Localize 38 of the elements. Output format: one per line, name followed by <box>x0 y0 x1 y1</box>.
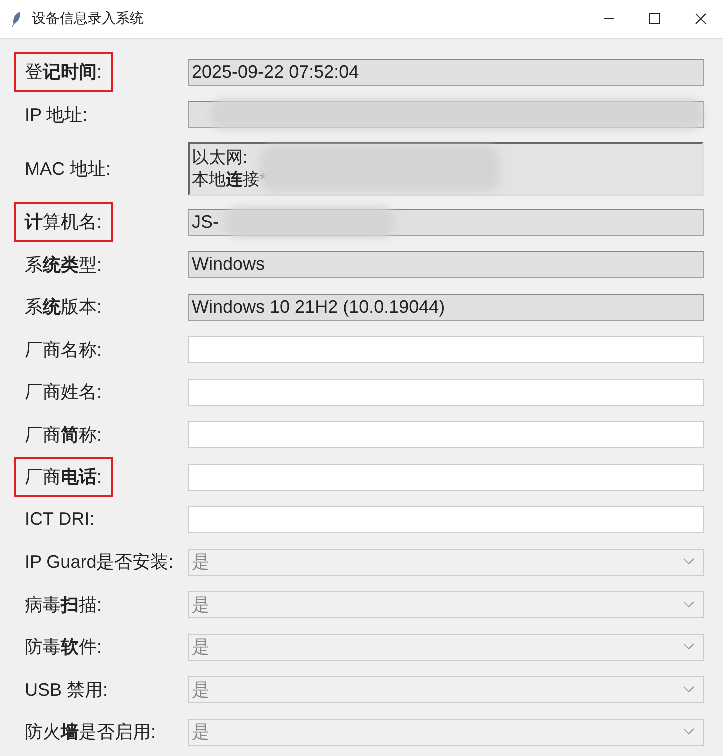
field-label: 厂商电话: <box>14 457 114 498</box>
input-field[interactable]: 2025-09-22 07:52:04 <box>188 58 704 86</box>
field-label: 厂商姓名: <box>24 381 104 404</box>
chevron-down-icon <box>683 643 695 652</box>
chevron-down-icon <box>683 558 695 566</box>
field-label: 防毒软件: <box>24 636 104 660</box>
text-line: 以太网: <box>192 146 248 168</box>
maximize-icon[interactable] <box>649 13 661 25</box>
input-field[interactable]: Windows <box>188 251 704 278</box>
input-field[interactable] <box>188 378 704 406</box>
chevron-down-icon <box>683 728 695 736</box>
field-label: 系统类型: <box>24 254 104 277</box>
text-line: 本地连接* <box>192 168 267 190</box>
field-label: USB 禁用: <box>24 678 110 702</box>
field-label: 厂商简称: <box>24 424 104 447</box>
field-label: IP Guard是否安装: <box>24 551 175 574</box>
input-field[interactable]: Windows 10 21H2 (10.0.19044) <box>188 294 704 321</box>
input-field[interactable] <box>188 336 704 364</box>
input-field[interactable] <box>188 421 704 448</box>
field-label: ICT DRI: <box>24 508 96 532</box>
field-label: 厂商名称: <box>24 338 104 362</box>
field-label: 计算机名: <box>14 202 114 242</box>
input-field[interactable] <box>188 464 704 491</box>
close-icon[interactable] <box>695 13 707 25</box>
chevron-down-icon <box>683 686 695 694</box>
field-label: 登记时间: <box>14 52 114 92</box>
input-field[interactable] <box>188 101 704 128</box>
text-area[interactable]: 以太网: 本地连接* <box>188 142 704 196</box>
window-title: 设备信息录入系统 <box>32 10 144 28</box>
input-field[interactable]: JS- <box>188 208 704 236</box>
field-label: 病毒扫描: <box>24 594 104 617</box>
feather-icon <box>11 10 22 28</box>
input-field[interactable] <box>188 506 704 534</box>
field-label: 系统版本: <box>24 296 104 320</box>
field-label: IP 地址: <box>24 104 89 127</box>
field-label: MAC 地址: <box>24 158 112 180</box>
chevron-down-icon <box>683 600 695 609</box>
field-label: 防火墙是否启用: <box>24 721 158 744</box>
